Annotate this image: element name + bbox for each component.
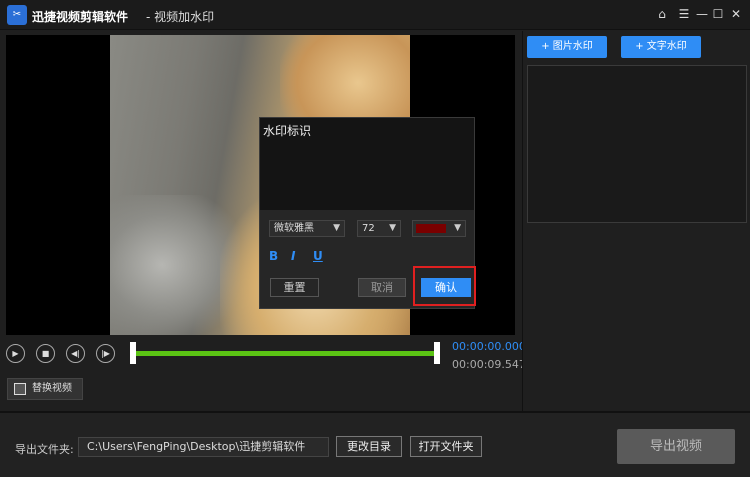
replace-icon	[14, 383, 26, 395]
current-time: 00:00:00.000	[452, 340, 526, 353]
add-text-watermark-button[interactable]: + 文字水印	[621, 36, 701, 58]
size-select[interactable]: 72 ▼	[357, 220, 401, 237]
watermark-list	[527, 65, 747, 223]
chevron-down-icon: ▼	[454, 223, 461, 233]
cancel-button[interactable]: 取消	[358, 278, 406, 297]
app-name: 迅捷视频剪辑软件	[32, 10, 129, 24]
stop-button[interactable]: ■	[36, 344, 55, 363]
open-folder-button[interactable]: 打开文件夹	[410, 436, 482, 457]
add-image-watermark-button[interactable]: + 图片水印	[527, 36, 607, 58]
confirm-highlight	[413, 266, 476, 306]
font-select-value: 微软雅黑	[274, 223, 314, 234]
bold-button[interactable]: B	[269, 249, 278, 263]
close-icon[interactable]: ✕	[728, 6, 744, 22]
chevron-down-icon: ▼	[333, 223, 340, 233]
watermark-text-area[interactable]: 水印标识	[260, 118, 474, 210]
output-path-field[interactable]: C:\Users\FengPing\Desktop\迅捷剪辑软件	[78, 437, 329, 457]
timeline-end-handle[interactable]	[434, 342, 440, 364]
italic-button[interactable]: I	[291, 249, 295, 263]
replace-video-button[interactable]: 替换视频	[7, 378, 83, 400]
underline-button[interactable]: U	[313, 249, 323, 263]
title-bar: ✂ 迅捷视频剪辑软件 - 视频加水印 ⌂ ☰ — ☐ ✕	[0, 0, 750, 30]
maximize-icon[interactable]: ☐	[710, 6, 726, 22]
total-time: 00:00:09.547	[452, 358, 526, 371]
size-select-value: 72	[362, 223, 375, 234]
home-icon[interactable]: ⌂	[654, 6, 670, 22]
color-swatch	[416, 224, 446, 233]
replace-video-label: 替换视频	[32, 383, 72, 394]
play-button[interactable]: ▶	[6, 344, 25, 363]
font-select[interactable]: 微软雅黑 ▼	[269, 220, 345, 237]
chevron-down-icon: ▼	[389, 223, 396, 233]
export-video-button[interactable]: 导出视频	[617, 429, 735, 464]
timeline-start-handle[interactable]	[130, 342, 136, 364]
next-frame-button[interactable]: |▶	[96, 344, 115, 363]
timeline-track[interactable]	[133, 351, 438, 356]
change-directory-button[interactable]: 更改目录	[336, 436, 402, 457]
watermark-panel: + 图片水印 + 文字水印	[522, 31, 750, 411]
output-folder-label: 导出文件夹:	[15, 443, 74, 456]
menu-icon[interactable]: ☰	[676, 6, 692, 22]
color-select[interactable]: ▼	[412, 220, 466, 237]
previous-frame-button[interactable]: ◀|	[66, 344, 85, 363]
window-subtitle: - 视频加水印	[146, 10, 215, 24]
watermark-text: 水印标识	[263, 124, 312, 138]
minimize-icon[interactable]: —	[694, 6, 710, 22]
reset-button[interactable]: 重置	[270, 278, 319, 297]
export-bar: 导出文件夹: C:\Users\FengPing\Desktop\迅捷剪辑软件 …	[0, 411, 750, 477]
app-logo-icon: ✂	[7, 5, 27, 25]
